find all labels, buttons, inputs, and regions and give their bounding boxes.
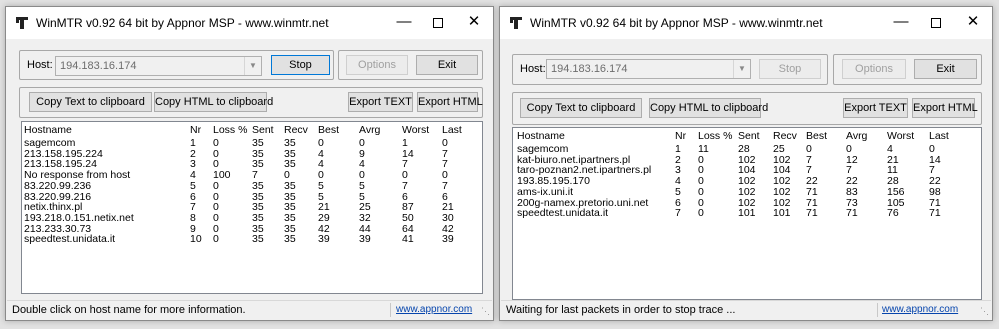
window-title: WinMTR v0.92 64 bit by Appnor MSP - www.… bbox=[530, 16, 823, 30]
host-group: Host: 194.183.16.174 ▼ Stop bbox=[512, 54, 828, 85]
host-value: 194.183.16.174 bbox=[60, 60, 137, 72]
host-value: 194.183.16.174 bbox=[551, 63, 628, 75]
cell-avrg: 39 bbox=[359, 233, 371, 246]
col-recv[interactable]: Recv bbox=[284, 125, 308, 136]
export-text-button[interactable]: Export TEXT bbox=[843, 98, 908, 118]
appnor-link[interactable]: www.appnor.com bbox=[882, 304, 958, 315]
cell-best: 39 bbox=[318, 233, 330, 246]
cell-loss: 0 bbox=[213, 233, 219, 246]
status-text: Double click on host name for more infor… bbox=[12, 304, 246, 316]
col-recv[interactable]: Recv bbox=[773, 131, 797, 142]
options-button[interactable]: Options bbox=[842, 59, 906, 79]
close-icon[interactable]: ✕ bbox=[457, 7, 491, 39]
export-group: Copy Text to clipboard Copy HTML to clip… bbox=[512, 92, 982, 125]
cell-hostname: speedtest.unidata.it bbox=[517, 207, 609, 220]
cell-last: 39 bbox=[442, 233, 454, 246]
cell-sent: 101 bbox=[738, 207, 756, 220]
col-avrg[interactable]: Avrg bbox=[846, 131, 867, 142]
cell-sent: 35 bbox=[252, 233, 264, 246]
export-group: Copy Text to clipboard Copy HTML to clip… bbox=[19, 87, 483, 118]
exit-button[interactable]: Exit bbox=[416, 55, 478, 75]
stop-button[interactable]: Stop bbox=[759, 59, 821, 79]
cell-worst: 41 bbox=[402, 233, 414, 246]
col-loss[interactable]: Loss % bbox=[213, 125, 247, 136]
cell-worst: 76 bbox=[887, 207, 899, 220]
cell-hostname: speedtest.unidata.it bbox=[24, 233, 116, 246]
options-group: Options Exit bbox=[338, 50, 483, 80]
resize-grip-icon[interactable]: ⋱ bbox=[481, 306, 490, 317]
col-best[interactable]: Best bbox=[806, 131, 827, 142]
copy-html-button[interactable]: Copy HTML to clipboard bbox=[649, 98, 768, 118]
col-sent[interactable]: Sent bbox=[252, 125, 274, 136]
chevron-down-icon[interactable]: ▼ bbox=[733, 60, 750, 78]
col-avrg[interactable]: Avrg bbox=[359, 125, 380, 136]
copy-html-button[interactable]: Copy HTML to clipboard bbox=[154, 92, 273, 112]
options-group: Options Exit bbox=[833, 54, 982, 85]
cell-nr: 7 bbox=[675, 207, 681, 220]
status-divider bbox=[877, 303, 878, 317]
export-text-button[interactable]: Export TEXT bbox=[348, 92, 413, 112]
host-label: Host: bbox=[27, 59, 53, 71]
options-button[interactable]: Options bbox=[346, 55, 408, 75]
stop-button[interactable]: Stop bbox=[271, 55, 330, 75]
status-bar: Double click on host name for more infor… bbox=[7, 300, 492, 319]
winmtr-app-icon bbox=[16, 17, 28, 29]
export-html-button[interactable]: Export HTML bbox=[417, 92, 483, 112]
col-last[interactable]: Last bbox=[442, 125, 462, 136]
cell-avrg: 71 bbox=[846, 207, 858, 220]
copy-text-button[interactable]: Copy Text to clipboard bbox=[520, 98, 642, 118]
col-nr[interactable]: Nr bbox=[675, 131, 686, 142]
cell-recv: 101 bbox=[773, 207, 791, 220]
copy-text-button[interactable]: Copy Text to clipboard bbox=[29, 92, 152, 112]
results-table[interactable]: Hostname Nr Loss % Sent Recv Best Avrg W… bbox=[21, 121, 483, 294]
cell-recv: 35 bbox=[284, 233, 296, 246]
cell-best: 71 bbox=[806, 207, 818, 220]
cell-nr: 10 bbox=[190, 233, 202, 246]
exit-button[interactable]: Exit bbox=[914, 59, 977, 79]
maximize-icon[interactable] bbox=[919, 7, 953, 39]
minimize-icon[interactable]: — bbox=[884, 7, 918, 39]
col-sent[interactable]: Sent bbox=[738, 131, 760, 142]
minimize-icon[interactable]: — bbox=[387, 7, 421, 39]
cell-last: 71 bbox=[929, 207, 941, 220]
close-icon[interactable]: ✕ bbox=[956, 7, 990, 39]
host-group: Host: 194.183.16.174 ▼ Stop bbox=[19, 50, 334, 80]
col-best[interactable]: Best bbox=[318, 125, 339, 136]
host-combobox[interactable]: 194.183.16.174 ▼ bbox=[546, 59, 751, 79]
title-bar[interactable]: WinMTR v0.92 64 bit by Appnor MSP - www.… bbox=[6, 7, 493, 39]
appnor-link[interactable]: www.appnor.com bbox=[396, 304, 472, 315]
col-hostname[interactable]: Hostname bbox=[24, 125, 72, 136]
col-last[interactable]: Last bbox=[929, 131, 949, 142]
col-loss[interactable]: Loss % bbox=[698, 131, 732, 142]
host-combobox[interactable]: 194.183.16.174 ▼ bbox=[55, 56, 262, 76]
winmtr-app-icon bbox=[510, 17, 522, 29]
col-worst[interactable]: Worst bbox=[402, 125, 429, 136]
col-worst[interactable]: Worst bbox=[887, 131, 914, 142]
chevron-down-icon[interactable]: ▼ bbox=[244, 57, 261, 75]
cell-loss: 0 bbox=[698, 207, 704, 220]
host-label: Host: bbox=[520, 63, 546, 75]
status-text: Waiting for last packets in order to sto… bbox=[506, 304, 736, 316]
resize-grip-icon[interactable]: ⋱ bbox=[980, 306, 989, 317]
winmtr-window-2: WinMTR v0.92 64 bit by Appnor MSP - www.… bbox=[499, 6, 993, 321]
maximize-icon[interactable] bbox=[421, 7, 455, 39]
col-nr[interactable]: Nr bbox=[190, 125, 201, 136]
window-title: WinMTR v0.92 64 bit by Appnor MSP - www.… bbox=[36, 16, 329, 30]
status-bar: Waiting for last packets in order to sto… bbox=[501, 300, 991, 319]
winmtr-window-1: WinMTR v0.92 64 bit by Appnor MSP - www.… bbox=[5, 6, 494, 321]
col-hostname[interactable]: Hostname bbox=[517, 131, 565, 142]
status-divider bbox=[390, 303, 391, 317]
export-html-button[interactable]: Export HTML bbox=[912, 98, 978, 118]
title-bar[interactable]: WinMTR v0.92 64 bit by Appnor MSP - www.… bbox=[500, 7, 992, 39]
results-table[interactable]: Hostname Nr Loss % Sent Recv Best Avrg W… bbox=[512, 127, 982, 300]
